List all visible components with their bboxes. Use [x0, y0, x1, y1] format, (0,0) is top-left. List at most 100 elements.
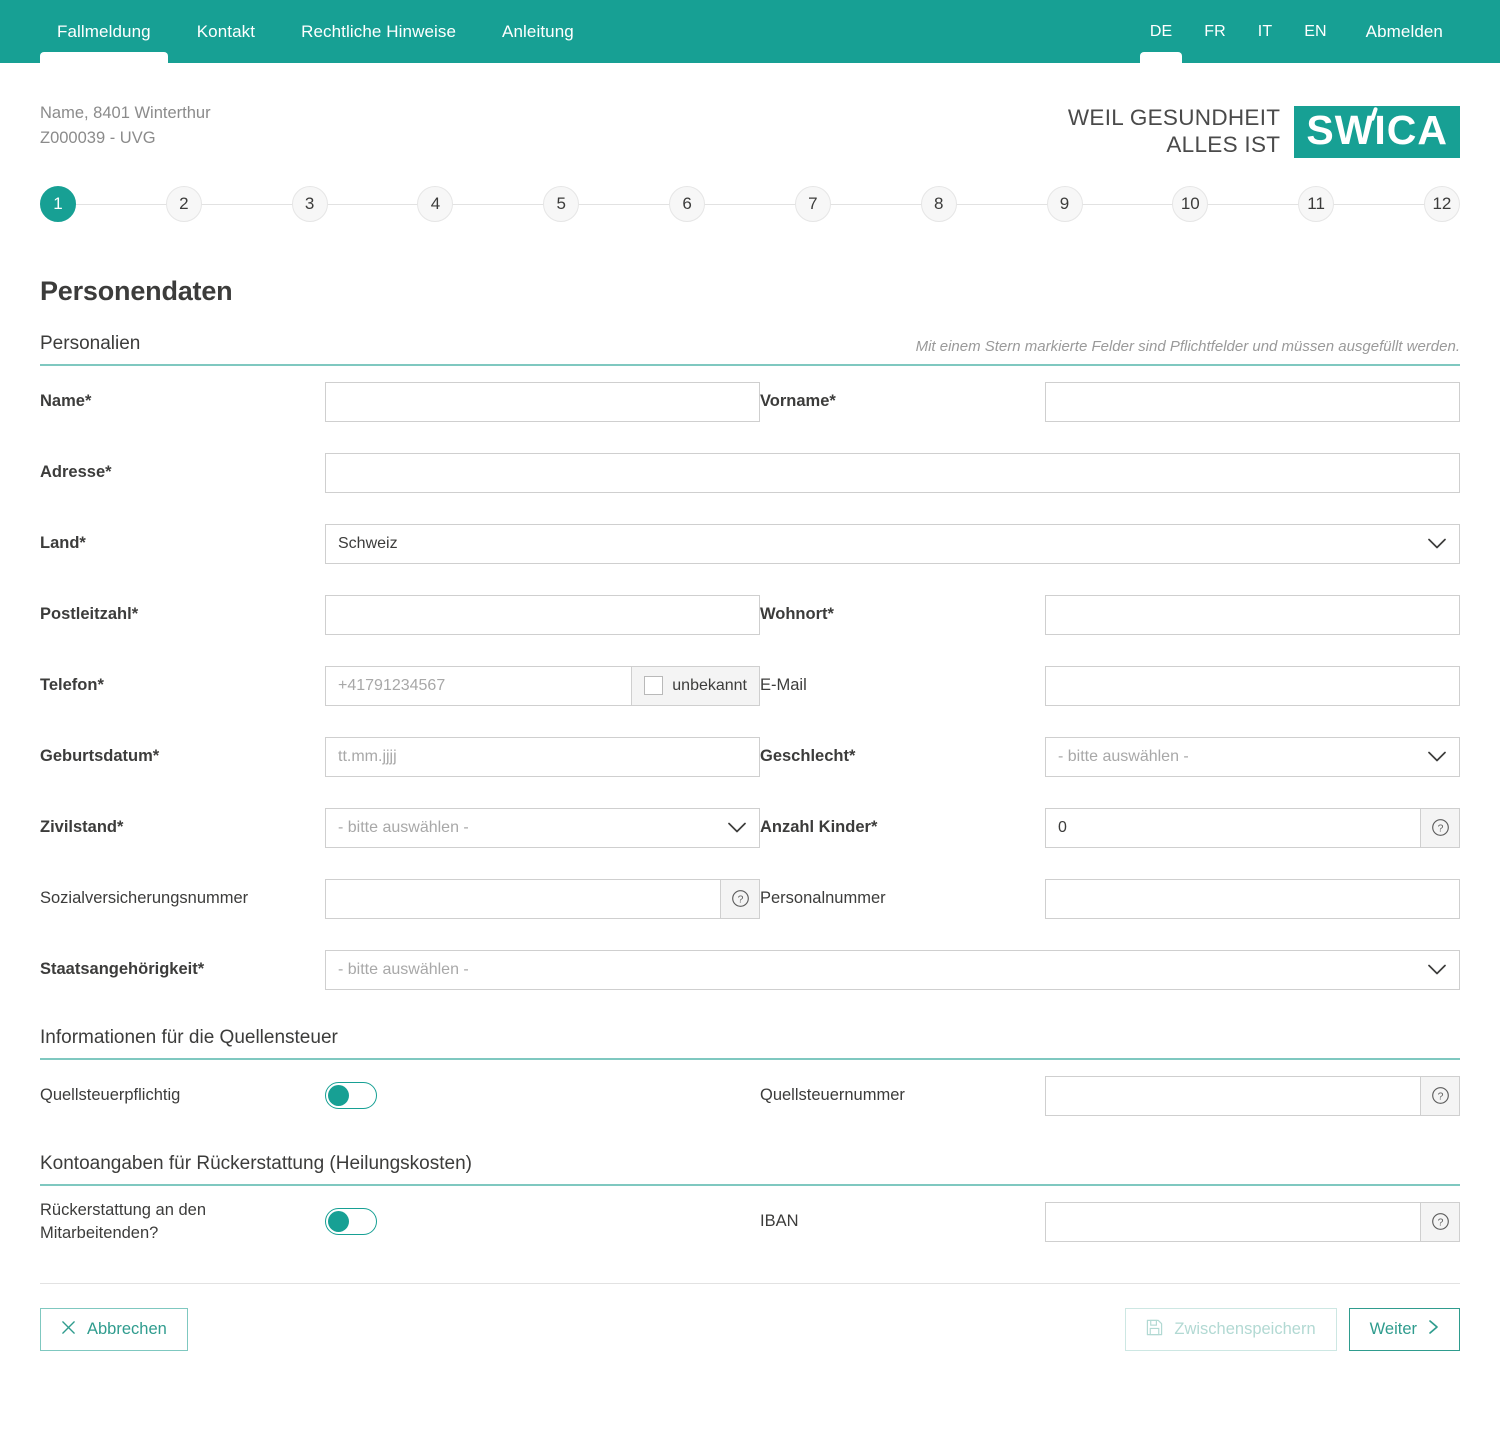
form-row-land: Land* Schweiz: [40, 508, 1460, 579]
help-icon-quellsteuernummer[interactable]: ?: [1420, 1076, 1460, 1116]
lang-switch-de[interactable]: DE: [1140, 0, 1182, 63]
anzahl-kinder-input-group: ?: [1045, 808, 1460, 848]
step-indicator: 1 2 3 4 5 6 7 8 9 10 11 12: [40, 180, 1460, 228]
brand-claim-line-1: WEIL GESUNDHEIT: [1068, 105, 1280, 132]
label-telefon: Telefon*: [40, 674, 325, 696]
zivilstand-selected-value: - bitte auswählen -: [325, 808, 760, 848]
section-title: Informationen für die Quellensteuer: [40, 1027, 338, 1049]
brand-block: WEIL GESUNDHEIT ALLES IST SWICA: [1068, 105, 1460, 158]
step-2[interactable]: 2: [166, 186, 202, 222]
quellsteuerpflichtig-toggle[interactable]: [325, 1082, 377, 1109]
step-3[interactable]: 3: [292, 186, 328, 222]
section-header-kontoangaben: Kontoangaben für Rückerstattung (Heilung…: [40, 1153, 1460, 1186]
step-12[interactable]: 12: [1424, 186, 1460, 222]
step-number: 5: [557, 194, 566, 214]
label-adresse: Adresse*: [40, 461, 325, 483]
field-rueckerstattung: Rückerstattung an den Mitarbeitenden?: [40, 1199, 760, 1244]
step-11[interactable]: 11: [1298, 186, 1334, 222]
checkbox-box-icon: [644, 676, 663, 695]
step-4[interactable]: 4: [417, 186, 453, 222]
label-wohnort: Wohnort*: [760, 603, 1045, 625]
lang-switch-fr[interactable]: FR: [1194, 0, 1236, 63]
geburtsdatum-input[interactable]: [325, 737, 760, 777]
form-row-telefon-email: Telefon* unbekannt E-Mail: [40, 650, 1460, 721]
logout-button[interactable]: Abmelden: [1349, 0, 1460, 63]
geschlecht-select[interactable]: - bitte auswählen -: [1045, 737, 1460, 777]
anzahl-kinder-input[interactable]: [1045, 808, 1420, 848]
next-label: Weiter: [1370, 1320, 1417, 1339]
step-number: 4: [431, 194, 440, 214]
telefon-unbekannt-checkbox[interactable]: unbekannt: [631, 666, 760, 706]
step-number: 6: [682, 194, 691, 214]
case-info-line-2: Z000039 - UVG: [40, 126, 211, 151]
step-10[interactable]: 10: [1172, 186, 1208, 222]
field-telefon: Telefon* unbekannt: [40, 666, 760, 706]
field-wohnort: Wohnort*: [760, 595, 1460, 635]
name-input[interactable]: [325, 382, 760, 422]
help-icon-iban[interactable]: ?: [1420, 1202, 1460, 1242]
adresse-input[interactable]: [325, 453, 1460, 493]
step-9[interactable]: 9: [1047, 186, 1083, 222]
nav-item-fallmeldung[interactable]: Fallmeldung: [40, 0, 168, 63]
step-number: 10: [1181, 194, 1200, 214]
staatsangehoerigkeit-select[interactable]: - bitte auswählen -: [325, 950, 1460, 990]
nav-item-kontakt[interactable]: Kontakt: [180, 0, 272, 63]
svg-text:?: ?: [737, 895, 743, 906]
brand-claim: WEIL GESUNDHEIT ALLES IST: [1068, 105, 1280, 158]
secondary-nav: DE FR IT EN Abmelden: [1128, 0, 1500, 63]
svg-text:?: ?: [1437, 824, 1443, 835]
telefon-input[interactable]: [325, 666, 631, 706]
label-iban: IBAN: [760, 1210, 1045, 1232]
iban-input[interactable]: [1045, 1202, 1420, 1242]
field-personalnummer: Personalnummer: [760, 879, 1460, 919]
nav-item-rechtliche-hinweise[interactable]: Rechtliche Hinweise: [284, 0, 473, 63]
postleitzahl-input[interactable]: [325, 595, 760, 635]
form-row-name: Name* Vorname*: [40, 366, 1460, 437]
vorname-input[interactable]: [1045, 382, 1460, 422]
help-icon-anzahl-kinder[interactable]: ?: [1420, 808, 1460, 848]
save-icon: [1146, 1319, 1163, 1341]
zivilstand-select[interactable]: - bitte auswählen -: [325, 808, 760, 848]
field-geschlecht: Geschlecht* - bitte auswählen -: [760, 737, 1460, 777]
field-quellsteuerpflichtig: Quellsteuerpflichtig: [40, 1082, 760, 1109]
step-5[interactable]: 5: [543, 186, 579, 222]
step-number: 8: [934, 194, 943, 214]
cancel-button[interactable]: Abbrechen: [40, 1308, 188, 1351]
help-icon-sozialversicherungsnummer[interactable]: ?: [720, 879, 760, 919]
section-header-personalien: Personalien Mit einem Stern markierte Fe…: [40, 333, 1460, 366]
form-row-adresse: Adresse*: [40, 437, 1460, 508]
save-draft-button[interactable]: Zwischenspeichern: [1125, 1308, 1336, 1351]
step-1[interactable]: 1: [40, 186, 76, 222]
rueckerstattung-toggle[interactable]: [325, 1208, 377, 1235]
field-land: Land* Schweiz: [40, 524, 1460, 564]
lang-switch-en[interactable]: EN: [1294, 0, 1336, 63]
field-email: E-Mail: [760, 666, 1460, 706]
label-postleitzahl: Postleitzahl*: [40, 603, 325, 625]
email-input[interactable]: [1045, 666, 1460, 706]
land-select[interactable]: Schweiz: [325, 524, 1460, 564]
top-navigation-bar: Fallmeldung Kontakt Rechtliche Hinweise …: [0, 0, 1500, 63]
form-row-geburtsdatum-geschlecht: Geburtsdatum* Geschlecht* - bitte auswäh…: [40, 721, 1460, 792]
page-title: Personendaten: [40, 276, 1460, 307]
sozialversicherungsnummer-input[interactable]: [325, 879, 720, 919]
field-geburtsdatum: Geburtsdatum*: [40, 737, 760, 777]
step-7[interactable]: 7: [795, 186, 831, 222]
wohnort-input[interactable]: [1045, 595, 1460, 635]
telefon-input-group: unbekannt: [325, 666, 760, 706]
step-6[interactable]: 6: [669, 186, 705, 222]
quellsteuernummer-input[interactable]: [1045, 1076, 1420, 1116]
personalnummer-input[interactable]: [1045, 879, 1460, 919]
land-selected-value: Schweiz: [325, 524, 1460, 564]
save-draft-label: Zwischenspeichern: [1174, 1320, 1315, 1339]
step-number: 1: [53, 194, 62, 214]
close-icon: [61, 1320, 76, 1340]
svg-text:?: ?: [1437, 1218, 1443, 1229]
lang-switch-it[interactable]: IT: [1248, 0, 1282, 63]
case-info-line-1: Name, 8401 Winterthur: [40, 101, 211, 126]
nav-item-anleitung[interactable]: Anleitung: [485, 0, 591, 63]
form-row-rueckerstattung-iban: Rückerstattung an den Mitarbeitenden? IB…: [40, 1186, 1460, 1257]
step-number: 9: [1060, 194, 1069, 214]
next-button[interactable]: Weiter: [1349, 1308, 1460, 1351]
step-8[interactable]: 8: [921, 186, 957, 222]
label-sozialversicherungsnummer: Sozialversicherungsnummer: [40, 887, 325, 909]
